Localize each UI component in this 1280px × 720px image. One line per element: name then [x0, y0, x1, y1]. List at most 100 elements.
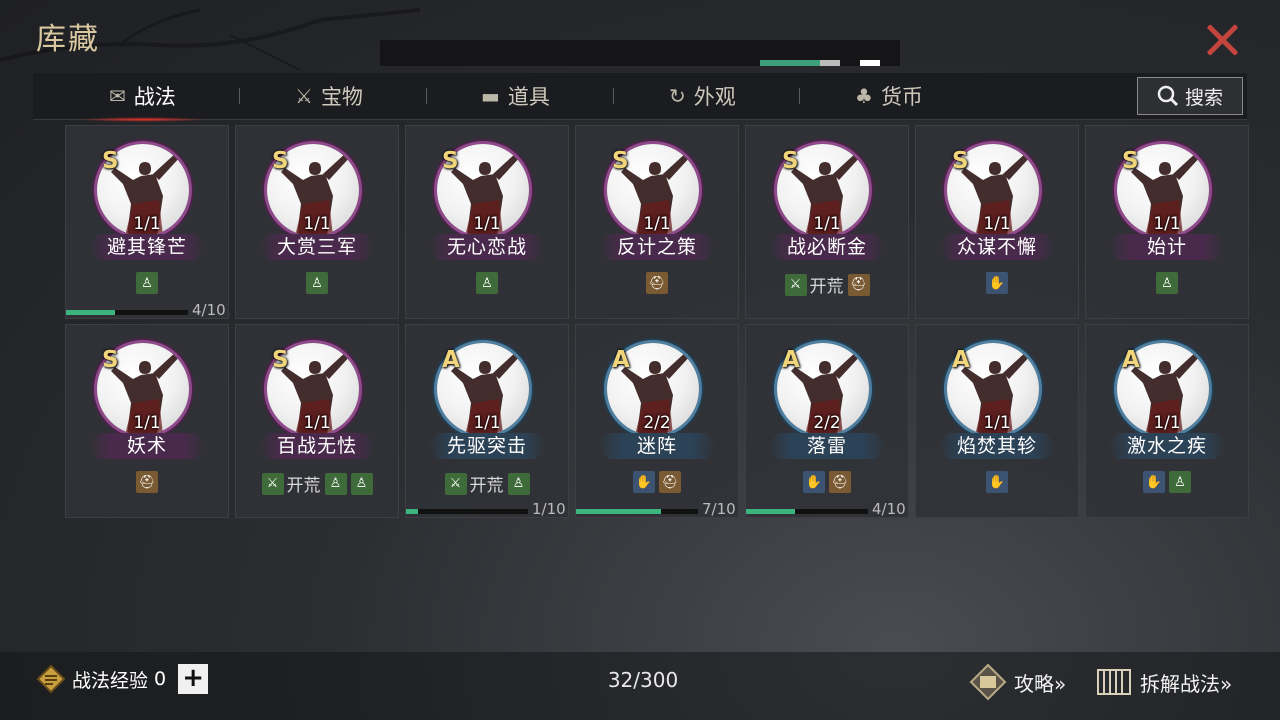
skill-tags: ✋ ♙ — [1086, 471, 1248, 493]
guide-button[interactable]: 攻略» — [968, 662, 1066, 702]
skill-name: 激水之疾 — [1108, 433, 1226, 459]
owned-count: 1/1 — [643, 214, 671, 234]
skill-tags: ✋ — [916, 272, 1078, 294]
skill-card[interactable]: S 1/1 大赏三军 ♙ — [235, 125, 399, 319]
page-title: 库藏 — [36, 22, 100, 57]
close-button[interactable] — [1200, 18, 1244, 62]
skill-card[interactable]: A 2/2 迷阵 ✋ ⛑ 7/10 — [575, 324, 739, 518]
tab-label: 货币 — [880, 85, 923, 109]
kaihuang-label: 开荒 — [809, 277, 844, 297]
tab-treasures[interactable]: ⚔ 宝物 — [295, 73, 363, 119]
skill-name: 无心恋战 — [428, 234, 546, 260]
skill-card[interactable]: A 2/2 落雷 ✋ ⛑ 4/10 — [745, 324, 909, 518]
grade-badge: S — [612, 148, 629, 174]
owned-count: 1/1 — [1153, 413, 1181, 433]
skill-tags: ⚔ 开荒 ⛑ — [746, 272, 908, 297]
search-icon — [1157, 85, 1179, 107]
grade-badge: A — [442, 347, 460, 373]
tab-label: 宝物 — [320, 85, 363, 109]
skill-name: 众谋不懈 — [938, 234, 1056, 260]
skill-card[interactable]: A 1/1 焰焚其轸 ✋ — [915, 324, 1079, 518]
skill-name: 避其锋芒 — [88, 234, 206, 260]
owned-count: 1/1 — [133, 214, 161, 234]
kaihuang-tag: ⚔ 开荒 — [784, 272, 844, 297]
progress-bar — [66, 310, 188, 315]
owned-count: 2/2 — [813, 413, 841, 433]
soldier-type-icon: ♙ — [507, 472, 530, 495]
category-tab-bar: ✉ 战法 ⚔ 宝物 ▬ 道具 ↻ 外观 ♣ 货币 搜索 — [33, 73, 1247, 122]
grade-badge: A — [952, 347, 970, 373]
skill-card[interactable]: A 1/1 先驱突击 ⚔ 开荒 ♙ 1/10 — [405, 324, 569, 518]
soldier-type-icon: ♙ — [1156, 272, 1178, 294]
owned-count: 1/1 — [303, 413, 331, 433]
progress-text: 1/10 — [532, 500, 566, 518]
progress-text: 4/10 — [192, 301, 226, 319]
skill-tags: ♙ — [66, 272, 228, 294]
kaihuang-label: 开荒 — [286, 476, 321, 496]
grade-badge: S — [272, 148, 289, 174]
soldier-type-icon: ♙ — [1169, 471, 1191, 493]
kaihuang-tag: ⚔ 开荒 — [261, 471, 321, 496]
owned-count: 1/1 — [473, 214, 501, 234]
soldier-type-icon: ♙ — [306, 272, 328, 294]
grade-badge: S — [952, 148, 969, 174]
skill-name: 始计 — [1108, 234, 1226, 260]
helmet-icon: ⛑ — [847, 273, 870, 296]
skill-card[interactable]: S 1/1 无心恋战 ♙ — [405, 125, 569, 319]
sword-icon: ⚔ — [261, 472, 284, 495]
skill-tags: ✋ ⛑ — [746, 471, 908, 493]
helmet-icon: ⛑ — [829, 471, 851, 493]
exp-scroll-icon — [36, 664, 66, 694]
soldier-type-icon: ♙ — [350, 472, 373, 495]
kaihuang-label: 开荒 — [469, 476, 504, 496]
search-button[interactable]: 搜索 — [1137, 77, 1243, 115]
scroll-bundle-icon: ✉ — [109, 84, 126, 108]
skill-card[interactable]: S 1/1 战必断金 ⚔ 开荒 ⛑ — [745, 125, 909, 319]
skill-card[interactable]: S 1/1 百战无怯 ⚔ 开荒 ♙ ♙ — [235, 324, 399, 518]
skill-card[interactable]: S 1/1 众谋不懈 ✋ — [915, 125, 1079, 319]
exp-label: 战法经验 — [72, 669, 149, 692]
helmet-icon: ⛑ — [136, 471, 158, 493]
tab-appearance[interactable]: ↻ 外观 — [669, 73, 736, 119]
divider — [799, 88, 800, 104]
skill-tags: ⚔ 开荒 ♙ ♙ — [236, 471, 398, 496]
owned-count: 1/1 — [303, 214, 331, 234]
helmet-icon: ⛑ — [646, 272, 668, 294]
skill-card[interactable]: S 1/1 反计之策 ⛑ — [575, 125, 739, 319]
tab-currency[interactable]: ♣ 货币 — [855, 73, 923, 119]
owned-count: 2/2 — [643, 413, 671, 433]
money-bag-icon: ♣ — [855, 84, 873, 108]
skill-tags: ⚔ 开荒 ♙ — [406, 471, 568, 496]
dismantle-button[interactable]: 拆解战法» — [1094, 662, 1232, 702]
add-exp-button[interactable]: + — [178, 664, 209, 694]
skill-name: 迷阵 — [598, 433, 716, 459]
grade-badge: A — [612, 347, 630, 373]
skill-card[interactable]: S 1/1 妖术 ⛑ — [65, 324, 229, 518]
skill-name: 焰焚其轸 — [938, 433, 1056, 459]
skill-tags: ♙ — [236, 272, 398, 294]
skill-name: 落雷 — [768, 433, 886, 459]
skill-card[interactable]: S 1/1 避其锋芒 ♙ 4/10 — [65, 125, 229, 319]
kaihuang-tag: ⚔ 开荒 — [444, 471, 504, 496]
sword-icon: ⚔ — [784, 273, 807, 296]
grade-badge: S — [102, 148, 119, 174]
search-label: 搜索 — [1184, 86, 1223, 109]
soldier-type-icon: ♙ — [476, 272, 498, 294]
progress-bar — [576, 509, 698, 514]
owned-count: 1/1 — [813, 214, 841, 234]
dismantle-label: 拆解战法» — [1140, 671, 1233, 696]
appearance-swirl-icon: ↻ — [669, 84, 686, 108]
divider — [239, 88, 240, 104]
skill-name: 大赏三军 — [258, 234, 376, 260]
progress-text: 4/10 — [872, 500, 906, 518]
tab-items[interactable]: ▬ 道具 — [481, 73, 550, 119]
progress-bar — [746, 509, 868, 514]
tab-skills[interactable]: ✉ 战法 — [79, 73, 206, 122]
tab-label: 外观 — [693, 85, 736, 109]
skill-tags: ✋ ⛑ — [576, 471, 738, 493]
skill-card[interactable]: A 1/1 激水之疾 ✋ ♙ — [1085, 324, 1249, 518]
dismantle-scroll-icon — [1097, 669, 1131, 695]
skill-exp-display: 战法经验 0 + — [36, 664, 209, 694]
skill-tags: ♙ — [1086, 272, 1248, 294]
skill-card[interactable]: S 1/1 始计 ♙ — [1085, 125, 1249, 319]
